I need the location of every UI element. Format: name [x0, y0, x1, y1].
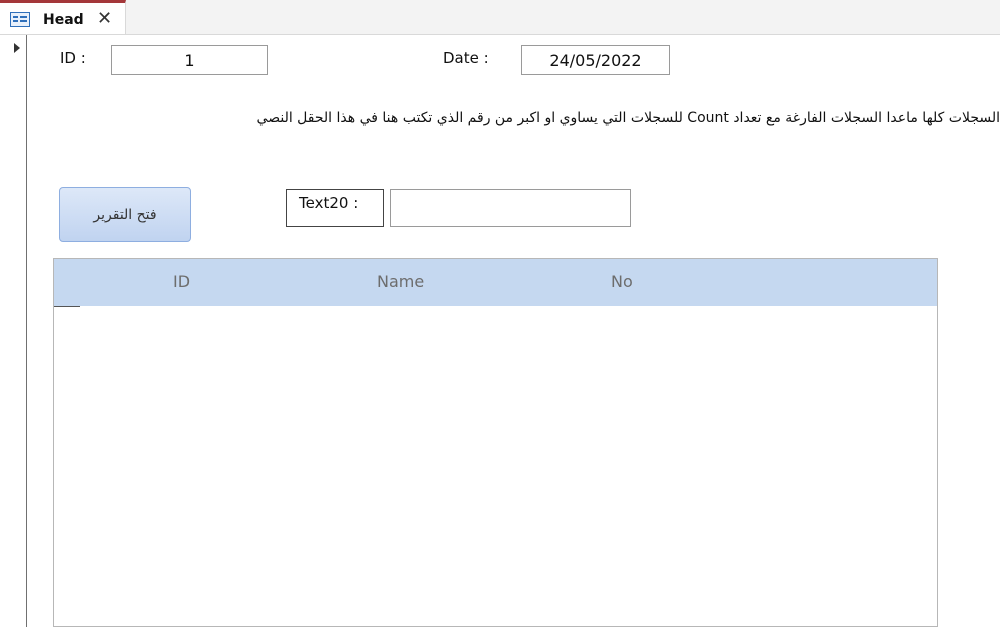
current-record-arrow-icon: [14, 43, 20, 53]
column-header-no[interactable]: No: [611, 272, 633, 291]
open-report-button[interactable]: فتح التقرير: [59, 187, 191, 242]
document-tab-strip: Head ✕: [0, 0, 1000, 35]
tab-title: Head: [43, 12, 84, 28]
subform-datasheet[interactable]: ID Name No: [53, 258, 938, 627]
date-label: Date :: [443, 49, 489, 67]
date-field[interactable]: 24/05/2022: [521, 45, 670, 75]
id-label: ID :: [60, 49, 86, 67]
instruction-text: السجلات كلها ماعدا السجلات الفارغة مع تع…: [256, 110, 1000, 126]
text20-input[interactable]: [390, 189, 631, 227]
form-icon: [10, 12, 30, 27]
id-field[interactable]: 1: [111, 45, 268, 75]
text20-label: Text20 :: [286, 189, 384, 227]
tab-head[interactable]: Head ✕: [0, 0, 126, 34]
column-header-id[interactable]: ID: [173, 272, 190, 291]
record-selector-column[interactable]: [0, 35, 27, 627]
subform-header: ID Name No: [54, 259, 937, 306]
record-divider: [54, 306, 80, 307]
column-header-name[interactable]: Name: [377, 272, 424, 291]
close-icon[interactable]: ✕: [97, 8, 112, 29]
